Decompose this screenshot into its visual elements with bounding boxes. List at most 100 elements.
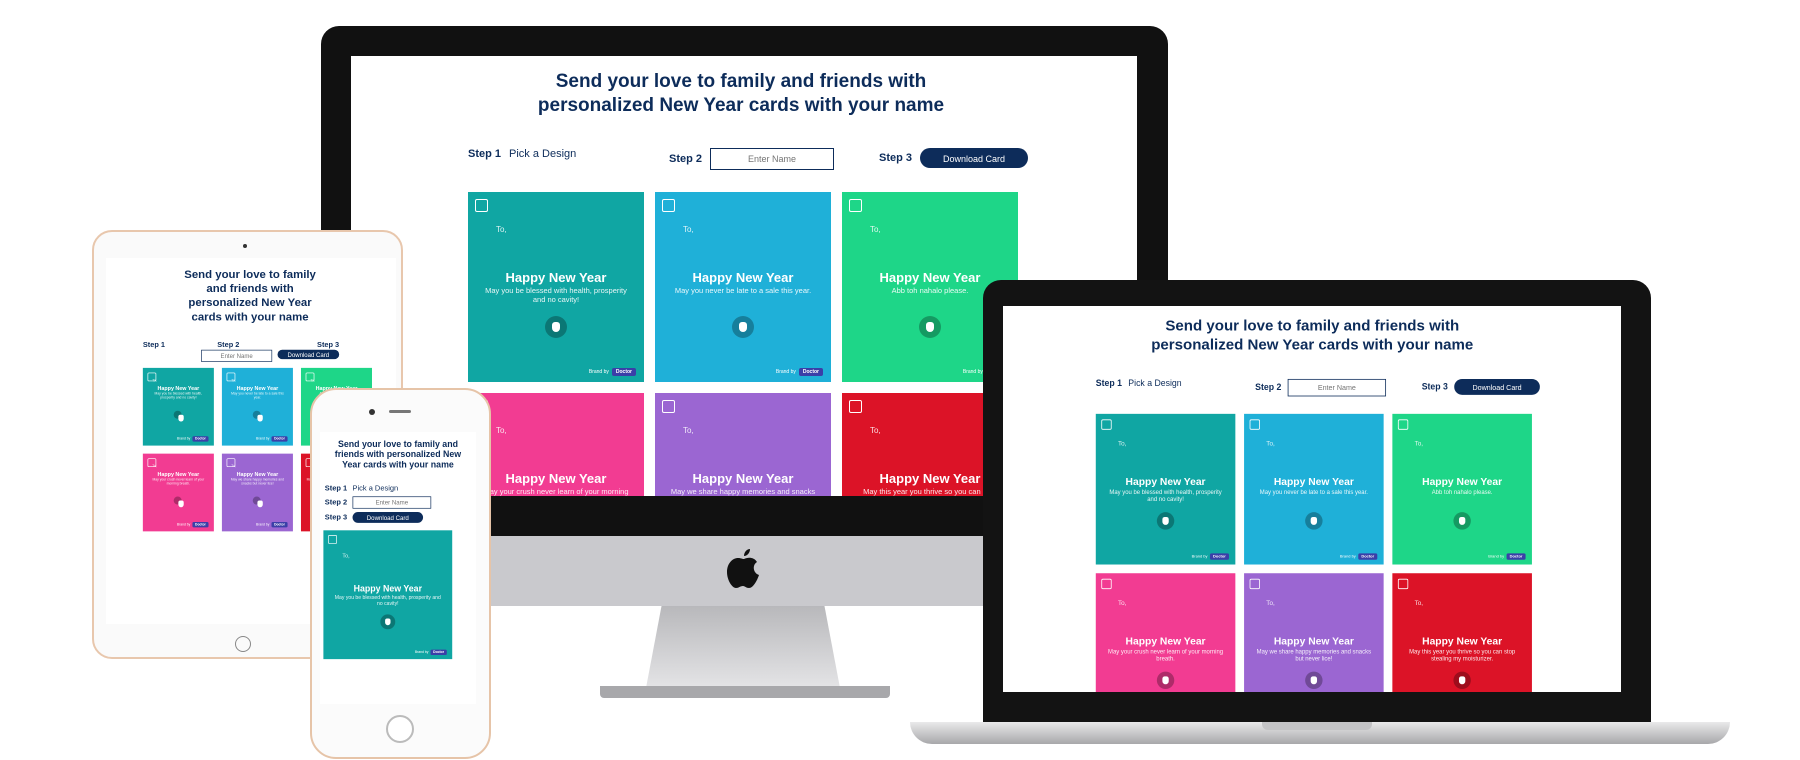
card-to-label: To, xyxy=(496,426,507,435)
greeting-card[interactable]: To, Happy New Year May you be blessed with… xyxy=(142,367,214,446)
iphone-camera xyxy=(369,409,375,415)
card-to-label: To, xyxy=(310,378,315,383)
tooth-logo-icon xyxy=(1156,671,1175,690)
card-to-label: To, xyxy=(870,426,881,435)
card-to-label: To, xyxy=(1117,599,1127,607)
tooth-logo-icon xyxy=(1156,512,1175,530)
card-to-label: To, xyxy=(152,378,157,383)
macbook-screen: Send your love to family and friends wit… xyxy=(1003,306,1621,692)
card-title: Happy New Year xyxy=(353,583,423,594)
card-brand: Brand byDoctor xyxy=(589,368,636,376)
card-title: Happy New Year xyxy=(505,270,607,285)
name-input[interactable] xyxy=(1287,378,1387,397)
checkbox-icon[interactable] xyxy=(328,535,337,544)
greeting-card[interactable]: To, Happy New Year May you be blessed with… xyxy=(323,530,453,660)
tooth-logo-icon xyxy=(173,410,184,422)
card-to-label: To, xyxy=(870,225,881,234)
greeting-card[interactable]: To, Happy New YearMay your crush never le… xyxy=(468,393,644,496)
ipad-home-button[interactable] xyxy=(235,636,251,652)
checkbox-icon[interactable] xyxy=(849,400,862,413)
greeting-card[interactable]: To, Happy New Year May you never be late t… xyxy=(1244,413,1384,565)
greeting-card[interactable]: To, Happy New Year May we share happy memo… xyxy=(1244,573,1384,692)
card-to-label: To, xyxy=(231,464,236,469)
greeting-card[interactable]: To, Happy New Year May you be blessed with… xyxy=(468,192,644,382)
card-message: May you be blessed with health, prosperi… xyxy=(334,594,441,607)
checkbox-icon[interactable] xyxy=(1397,578,1409,590)
step-3: Step 3 Download Card xyxy=(277,341,340,360)
card-to-label: To, xyxy=(152,464,157,469)
step-1: Step 1 Pick a Design xyxy=(324,484,399,493)
card-grid: To, Happy New Year May you be blessed with… xyxy=(323,530,476,660)
card-message: May you never be late to a sale this yea… xyxy=(1259,488,1368,496)
card-message: May you be blessed with health, prosperi… xyxy=(154,392,203,401)
greeting-card[interactable]: To, Happy New Year May you never be late t… xyxy=(221,367,293,446)
tooth-logo-icon xyxy=(252,410,263,422)
download-card-button[interactable]: Download Card xyxy=(1454,378,1540,395)
card-brand: Brand byDoctor xyxy=(256,436,288,442)
checkbox-icon[interactable] xyxy=(849,199,862,212)
card-brand: Brand byDoctor xyxy=(1488,553,1526,560)
iphone-home-button[interactable] xyxy=(386,715,414,743)
card-brand: Brand byDoctor xyxy=(1340,553,1378,560)
card-message: May we share happy memories and snacks b… xyxy=(670,487,816,496)
checkbox-icon[interactable] xyxy=(662,199,675,212)
card-message: May your crush never learn of your morni… xyxy=(152,477,205,486)
checkbox-icon[interactable] xyxy=(1397,419,1409,430)
card-message: May you be blessed with health, prosperi… xyxy=(485,286,627,304)
step-1: Step 1 Pick a Design xyxy=(468,148,577,160)
card-to-label: To, xyxy=(496,225,507,234)
iphone-speaker xyxy=(389,410,411,413)
greeting-card[interactable]: To,Happy New YearMay your crush never le… xyxy=(1095,573,1236,692)
step-2: Step 2 xyxy=(325,495,476,510)
card-title: Happy New Year xyxy=(505,471,607,486)
card-title: Happy New Year xyxy=(692,270,794,285)
greeting-card[interactable]: To, Happy New YearAbb toh nahalo please. B… xyxy=(1392,413,1532,565)
greeting-card[interactable]: To, Happy New YearMay this year you thriv… xyxy=(1392,573,1532,692)
tooth-logo-icon xyxy=(732,316,754,338)
card-to-label: To, xyxy=(683,225,694,234)
page-title: Send your love to family and friends wit… xyxy=(334,438,462,470)
tooth-logo-icon xyxy=(919,316,941,338)
step-1: Step 1 Pick a Design xyxy=(1095,378,1182,389)
card-to-label: To, xyxy=(1266,440,1275,448)
name-input[interactable] xyxy=(352,496,432,509)
card-title: Happy New Year xyxy=(236,471,279,478)
step-2: Step 2 xyxy=(1255,378,1387,397)
card-to-label: To, xyxy=(342,552,350,559)
card-title: Happy New Year xyxy=(157,385,200,392)
greeting-card[interactable]: To,Happy New YearMay your crush never le… xyxy=(142,453,214,532)
greeting-card[interactable]: To, Happy New Year May you never be late t… xyxy=(655,192,831,382)
card-title: Happy New Year xyxy=(692,471,794,486)
greeting-card[interactable]: To, Happy New Year May you be blessed with… xyxy=(1095,413,1236,565)
card-to-label: To, xyxy=(683,426,694,435)
checkbox-icon[interactable] xyxy=(1101,419,1112,430)
download-card-button[interactable]: Download Card xyxy=(277,349,340,360)
card-title: Happy New Year xyxy=(1422,635,1503,647)
greeting-card[interactable]: To, Happy New Year May we share happy memo… xyxy=(655,393,831,496)
step-2: Step 2 xyxy=(669,148,835,170)
imac-stand-base xyxy=(600,686,890,698)
card-to-label: To, xyxy=(1117,440,1127,448)
checkbox-icon[interactable] xyxy=(1101,578,1112,590)
card-brand: Brand byDoctor xyxy=(177,436,209,442)
card-message: May we share happy memories and snacks b… xyxy=(1256,647,1372,663)
card-to-label: To, xyxy=(1414,440,1424,448)
download-card-button[interactable]: Download Card xyxy=(352,512,424,523)
name-input[interactable] xyxy=(710,148,835,170)
card-title: Happy New Year xyxy=(1273,635,1354,647)
card-message: May your crush never learn of your morni… xyxy=(483,487,629,496)
name-input[interactable] xyxy=(201,349,273,362)
checkbox-icon[interactable] xyxy=(1249,578,1260,590)
card-brand: Brand byDoctor xyxy=(776,368,823,376)
card-title: Happy New Year xyxy=(157,471,200,478)
checkbox-icon[interactable] xyxy=(662,400,675,413)
greeting-card[interactable]: To, Happy New Year May we share happy memo… xyxy=(221,453,293,532)
checkbox-icon[interactable] xyxy=(475,199,488,212)
ipad-camera xyxy=(243,244,247,248)
download-card-button[interactable]: Download Card xyxy=(920,148,1029,168)
card-message: May we share happy memories and snacks b… xyxy=(230,477,284,486)
card-brand: Brand byDoctor xyxy=(177,521,209,528)
steps-row: Step 1 Pick a Design Step 2 Step 3 Downl… xyxy=(1003,378,1621,403)
step-3: Step 3 Download Card xyxy=(1422,378,1540,395)
checkbox-icon[interactable] xyxy=(1249,419,1260,430)
